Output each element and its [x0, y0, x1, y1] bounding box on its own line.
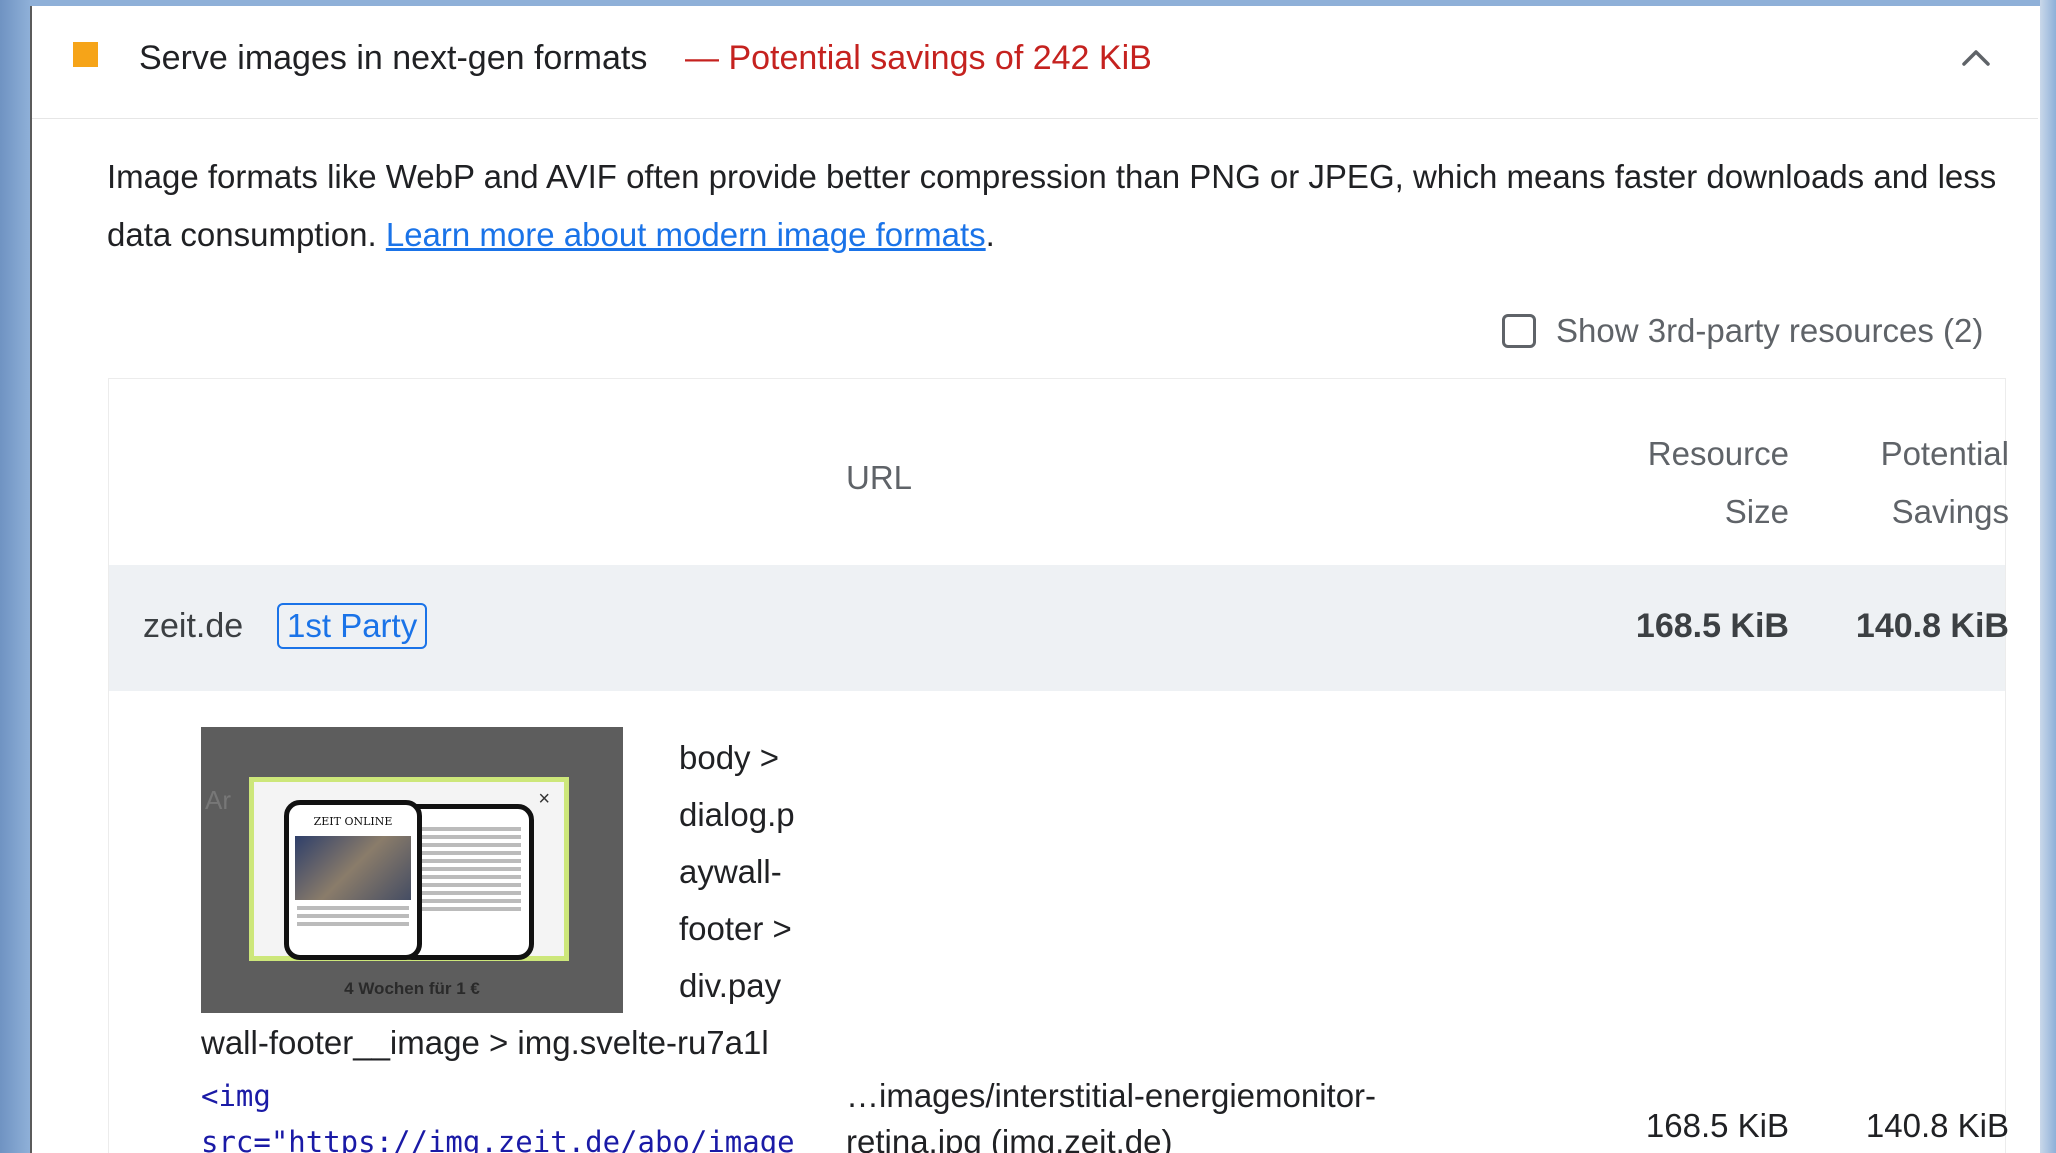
audit-savings-text: — Potential savings of 242 KiB: [685, 39, 1152, 77]
item-potential-savings: 140.8 KiB: [1865, 1107, 2009, 1144]
thumbnail-ghost-text: Ar: [205, 785, 231, 815]
warning-status-icon: [73, 42, 98, 67]
audit-description: Image formats like WebP and AVIF often p…: [107, 148, 2007, 264]
node-snippet: <img src="https://img.zeit.de/abo/image: [201, 1073, 795, 1153]
column-header-url: URL: [846, 459, 913, 496]
resource-url[interactable]: …images/interstitial-energiemonitor-: [846, 1073, 1376, 1119]
resources-table: URL Resource Size Potential Savings zeit…: [108, 378, 2009, 1153]
table-row: Ar × ZEIT ONLINE 4 Wochen für 1 € body >…: [109, 691, 2009, 1153]
audit-title: Serve images in next-gen formats: [139, 39, 648, 77]
snippet-line-1: <img: [201, 1079, 271, 1113]
audit-panel: Serve images in next-gen formats — Poten…: [30, 6, 2040, 1153]
entity-group-row: zeit.de 1st Party 168.5 KiB 140.8 KiB: [109, 565, 2009, 691]
first-party-badge: 1st Party: [277, 603, 428, 649]
group-resource-size: 168.5 KiB: [1635, 607, 1789, 645]
third-party-filter[interactable]: Show 3rd-party resources (2): [1502, 312, 1983, 350]
phone-mockup-front: ZEIT ONLINE: [284, 800, 422, 960]
column-header-potential-savings: Potential Savings: [1880, 435, 2009, 530]
phone-brand: ZEIT ONLINE: [313, 815, 393, 828]
chevron-up-icon[interactable]: [1956, 40, 1996, 74]
node-selector-path-tail: wall-footer__image > img.svelte-ru7a1l: [201, 1024, 769, 1061]
item-resource-size: 168.5 KiB: [1645, 1107, 1789, 1144]
window-frame-right: [2040, 0, 2056, 1153]
thumbnail-highlight: × ZEIT ONLINE: [249, 777, 569, 961]
thumbnail-caption: 4 Wochen für 1 €: [344, 979, 480, 998]
audit-header[interactable]: Serve images in next-gen formats — Poten…: [32, 6, 2038, 119]
group-potential-savings: 140.8 KiB: [1855, 607, 2009, 645]
third-party-checkbox[interactable]: [1502, 314, 1536, 348]
resource-url-continued[interactable]: retina.jpg (img.zeit.de): [846, 1119, 1172, 1153]
element-screenshot-thumbnail: Ar × ZEIT ONLINE 4 Wochen für 1 €: [201, 727, 623, 1013]
close-icon: ×: [538, 788, 550, 810]
learn-more-link[interactable]: Learn more about modern image formats: [386, 216, 986, 253]
entity-name: zeit.de: [143, 607, 244, 645]
node-selector-path: body > dialog.p aywall- footer > div.pay: [679, 739, 795, 1004]
window-frame-left: [0, 0, 30, 1153]
phone-article-image: [295, 836, 411, 900]
snippet-line-2: src="https://img.zeit.de/abo/image: [201, 1125, 795, 1153]
description-period: .: [985, 216, 995, 253]
column-header-resource-size: Resource Size: [1647, 435, 1789, 530]
third-party-label: Show 3rd-party resources (2): [1556, 312, 1984, 349]
table-header: URL Resource Size Potential Savings: [109, 379, 2009, 565]
